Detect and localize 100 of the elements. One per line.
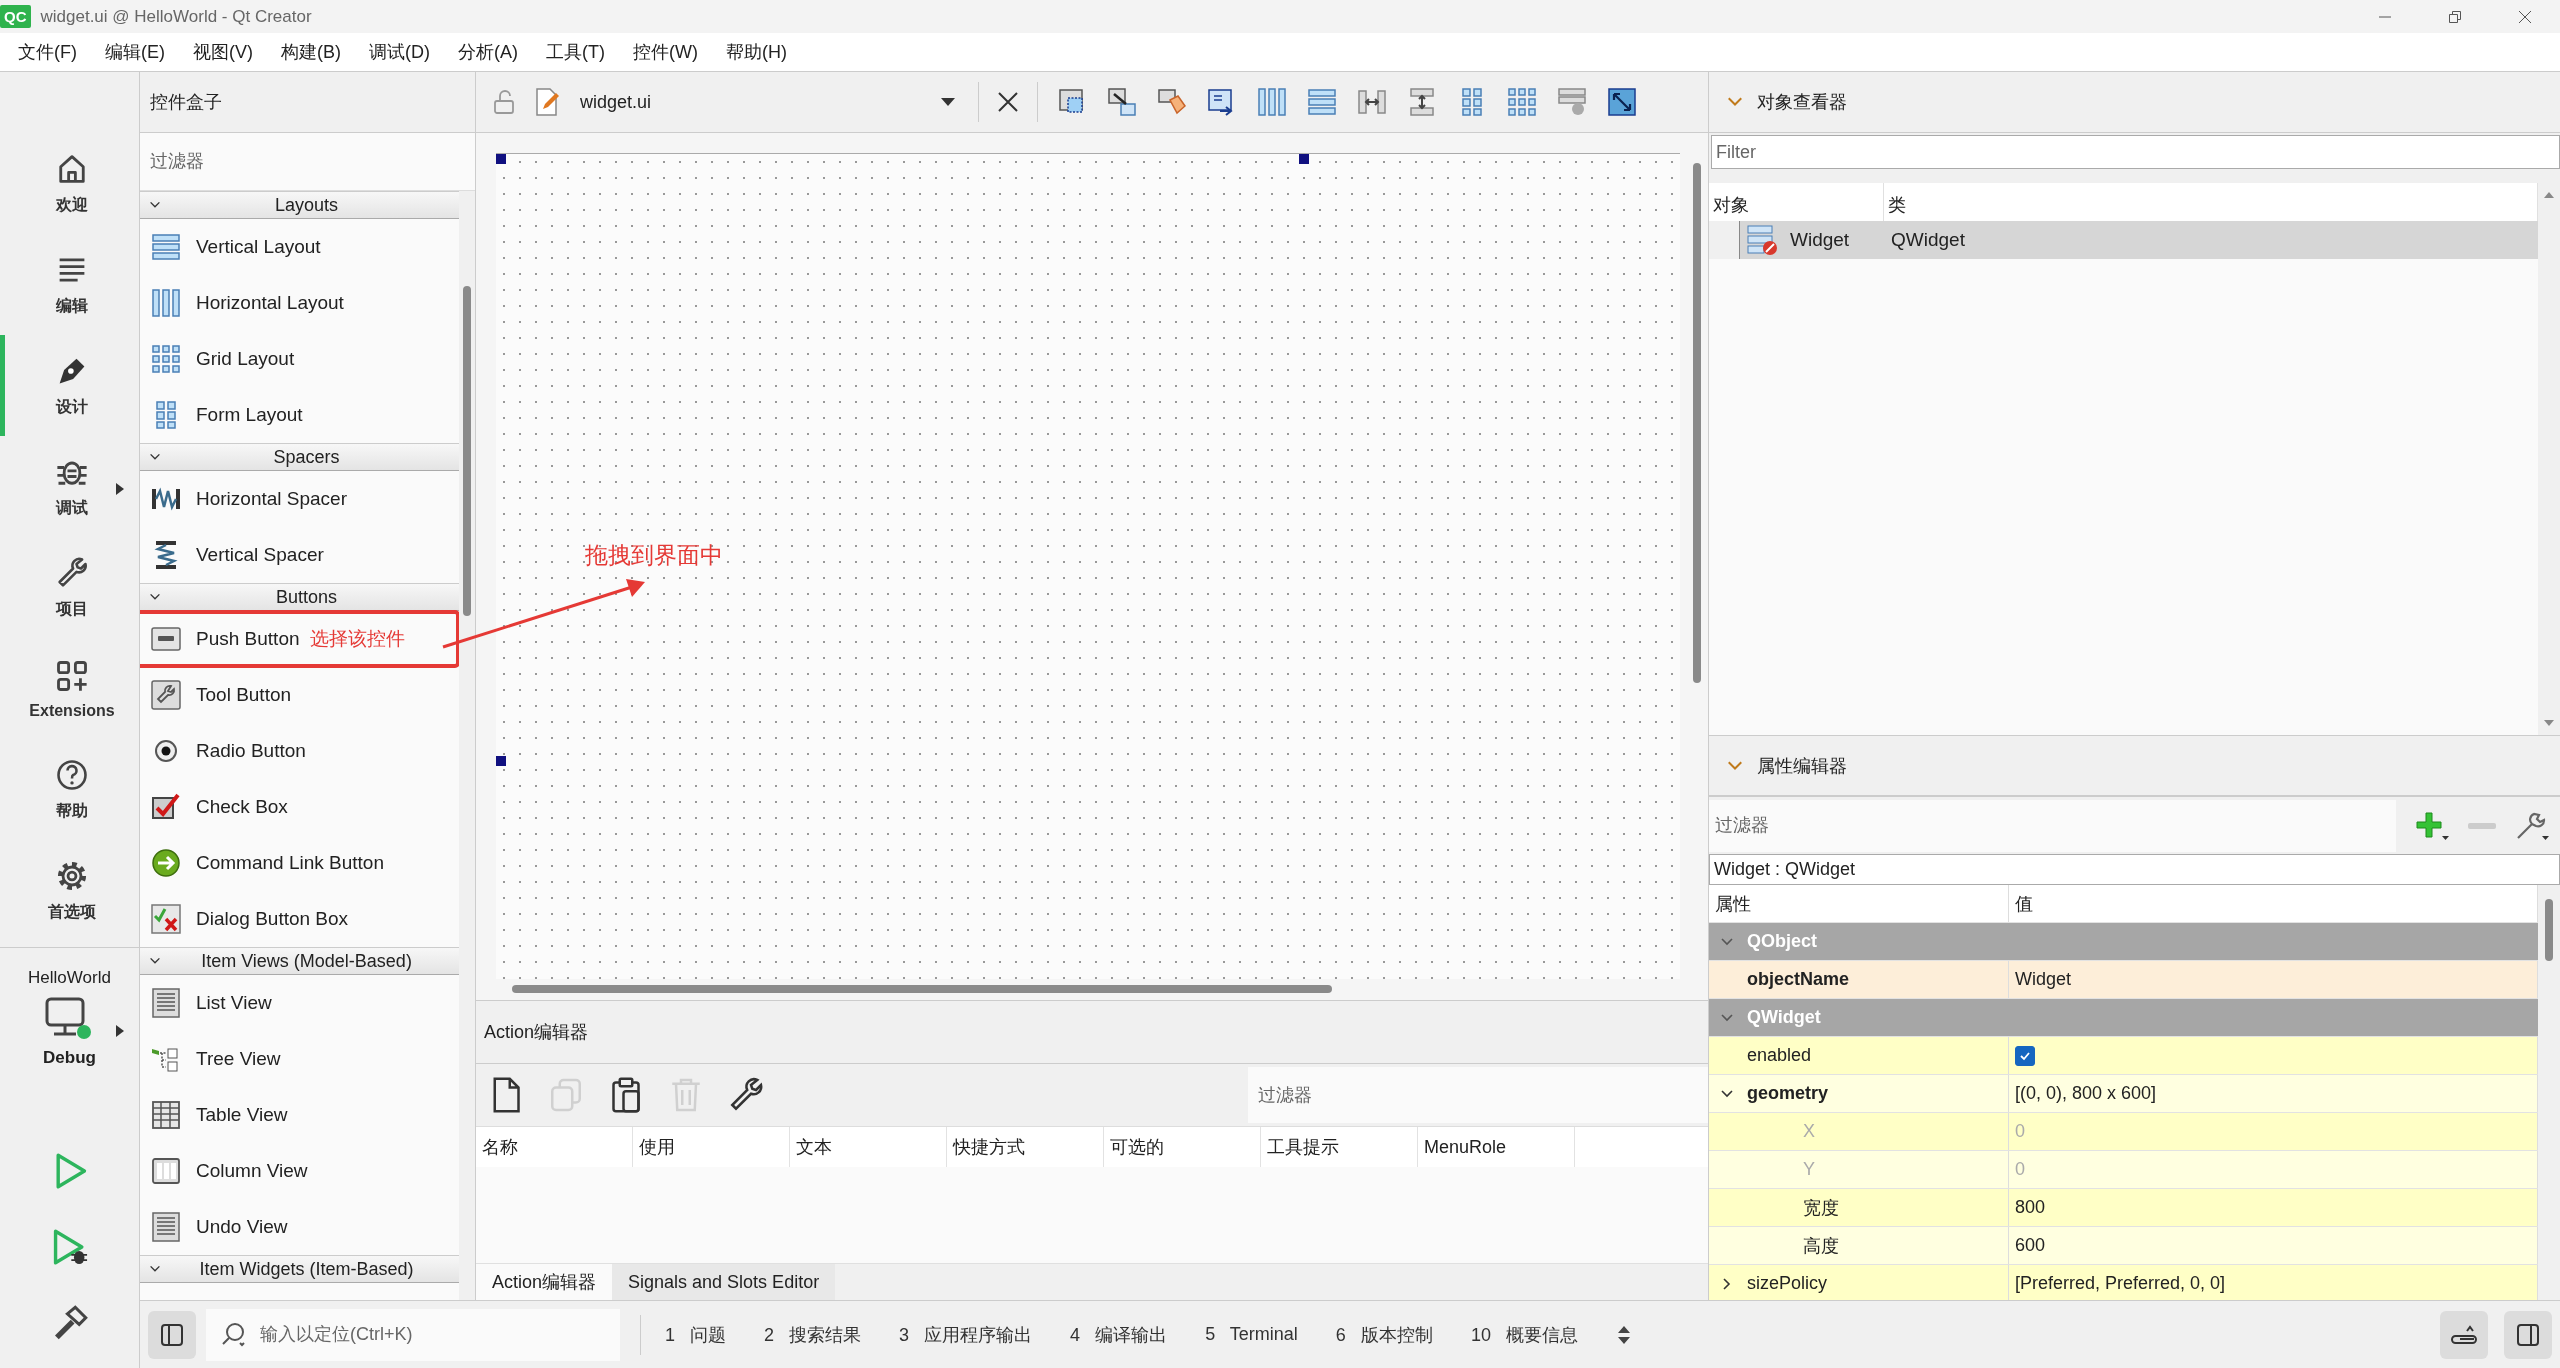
close-document-button[interactable]: [997, 91, 1019, 113]
sidebar-icon: [2516, 1322, 2540, 1347]
property-value[interactable]: [(0, 0), 800 x 600]: [2015, 1083, 2157, 1104]
menu-item[interactable]: 工具(T): [538, 36, 619, 68]
category-header[interactable]: Spacers: [140, 443, 459, 471]
minus-icon: [2468, 822, 2496, 829]
unlock-icon: [492, 89, 516, 115]
mode-button[interactable]: 调试: [0, 436, 139, 537]
columns-icon: [150, 1155, 182, 1187]
add-property-button[interactable]: [2414, 809, 2450, 842]
menu-item[interactable]: 构建(B): [273, 36, 355, 68]
sidebar-toggle-button[interactable]: [148, 1310, 196, 1359]
menu-item[interactable]: 帮助(H): [717, 36, 801, 68]
grid-icon: [1506, 86, 1538, 118]
mode-button[interactable]: 欢迎: [0, 133, 139, 234]
scroll-down-icon[interactable]: [2543, 719, 2555, 727]
search-icon: [220, 1320, 248, 1349]
widget-list-item[interactable]: Dialog Button Box: [140, 891, 349, 947]
category-header[interactable]: Buttons: [140, 583, 459, 611]
scrollbar-thumb[interactable]: [512, 985, 1332, 993]
project-name: HelloWorld: [28, 968, 111, 988]
widget-list-item[interactable]: Vertical Spacer: [140, 527, 324, 583]
filter-field[interactable]: 过滤器: [1248, 1067, 1708, 1123]
output-pane-button[interactable]: 1 问题: [651, 1322, 741, 1347]
widget-list-item[interactable]: Push Button: [140, 611, 300, 667]
checkbox[interactable]: [2015, 1045, 2035, 1066]
scrollbar-thumb[interactable]: [2545, 899, 2553, 961]
widget-list-item[interactable]: Vertical Layout: [140, 219, 321, 275]
category-header[interactable]: Layouts: [140, 191, 459, 219]
widget-list-item[interactable]: Radio Button: [140, 723, 306, 779]
right-sidebar-toggle-button[interactable]: [2504, 1310, 2552, 1359]
grid-icon: [150, 343, 182, 375]
output-pane-button[interactable]: 4 编译输出: [1056, 1322, 1182, 1347]
locator-field[interactable]: 输入以定位(Ctrl+K): [206, 1308, 620, 1361]
edit-file-icon: [534, 87, 562, 117]
menu-item[interactable]: 控件(W): [624, 36, 712, 68]
menu-item[interactable]: 调试(D): [361, 36, 444, 68]
mode-button[interactable]: Extensions: [0, 638, 139, 739]
widget-list-item[interactable]: Grid Layout: [140, 331, 295, 387]
widget-list-item[interactable]: Horizontal Layout: [140, 275, 344, 331]
output-pane-button[interactable]: 5 Terminal: [1191, 1324, 1312, 1345]
tab[interactable]: Signals and Slots Editor: [612, 1264, 836, 1300]
output-pane-button[interactable]: 6 版本控制: [1321, 1322, 1447, 1347]
menu-item[interactable]: 文件(F): [10, 36, 91, 68]
tree-row[interactable]: Widget QWidget: [1739, 221, 2538, 259]
widget-list-item[interactable]: Command Link Button: [140, 835, 384, 891]
scrollbar-thumb[interactable]: [1693, 163, 1701, 683]
property-value[interactable]: 600: [2015, 1235, 2046, 1256]
property-name: objectName: [1747, 969, 1850, 990]
caret-icon: [940, 97, 956, 107]
toolbar-button[interactable]: [1606, 86, 1638, 118]
widget-list-item[interactable]: Horizontal Spacer: [140, 471, 348, 527]
mode-button[interactable]: 项目: [0, 537, 139, 638]
category-header[interactable]: Item Views (Model-Based): [140, 947, 459, 975]
menu-item[interactable]: 编辑(E): [97, 36, 179, 68]
menu-item[interactable]: 视图(V): [185, 36, 267, 68]
widget-list-item[interactable]: List View: [140, 975, 272, 1031]
mode-button[interactable]: 首选项: [0, 840, 139, 941]
selection-handle[interactable]: [496, 154, 506, 164]
output-pane-button[interactable]: 2 搜索结果: [750, 1322, 876, 1347]
file-selector[interactable]: widget.ui: [580, 91, 960, 113]
scroll-up-icon[interactable]: [2543, 191, 2555, 199]
column-header[interactable]: 属性: [1715, 891, 1751, 916]
widget-list-item[interactable]: Undo View: [140, 1199, 288, 1255]
widget-list-item[interactable]: Column View: [140, 1143, 308, 1199]
filter-field[interactable]: Filter: [1711, 135, 2560, 169]
target-selector[interactable]: Debug: [43, 996, 96, 1068]
list-icon: [150, 987, 182, 1019]
property-value[interactable]: [Preferred, Preferred, 0, 0]: [2015, 1273, 2226, 1294]
selection-handle[interactable]: [1299, 154, 1309, 164]
property-name: sizePolicy: [1747, 1273, 1828, 1294]
output-pane-button[interactable]: 10 概要信息: [1456, 1322, 1592, 1347]
output-toggle-button[interactable]: [2440, 1310, 2488, 1359]
widget-list-item[interactable]: Form Layout: [140, 387, 303, 443]
widget-list-item[interactable]: Tool Button: [140, 667, 292, 723]
widget-list-item[interactable]: Check Box: [140, 779, 288, 835]
tab[interactable]: Action编辑器: [476, 1264, 613, 1300]
connect-icon: [1106, 86, 1138, 118]
arrow-circle-icon: [150, 847, 182, 879]
category-header[interactable]: Item Widgets (Item-Based): [140, 1255, 459, 1283]
locator-input[interactable]: 输入以定位(Ctrl+K): [258, 1323, 620, 1346]
annotation-text: 选择该控件: [309, 627, 405, 651]
column-header[interactable]: 值: [2015, 891, 2033, 916]
mode-button[interactable]: 编辑: [0, 234, 139, 335]
restore-icon: [2448, 9, 2462, 24]
property-value[interactable]: 800: [2015, 1197, 2046, 1218]
property-value[interactable]: Widget: [2015, 969, 2072, 990]
panel-title: 控件盒子: [150, 91, 222, 114]
mode-button[interactable]: 帮助: [0, 739, 139, 840]
table-icon: [150, 1099, 182, 1131]
filter-field[interactable]: 过滤器: [1709, 799, 2396, 852]
selection-handle[interactable]: [496, 756, 506, 766]
menu-item[interactable]: 分析(A): [450, 36, 532, 68]
widget-icon: [1746, 224, 1780, 256]
scrollbar-thumb[interactable]: [463, 286, 471, 616]
toolbar-button[interactable]: [1106, 86, 1138, 118]
widget-list-item[interactable]: Table View: [140, 1087, 288, 1143]
stacked-bars-icon: [1306, 86, 1338, 118]
widget-list-item[interactable]: Tree View: [140, 1031, 281, 1087]
output-pane-button[interactable]: 3 应用程序输出: [885, 1322, 1047, 1347]
